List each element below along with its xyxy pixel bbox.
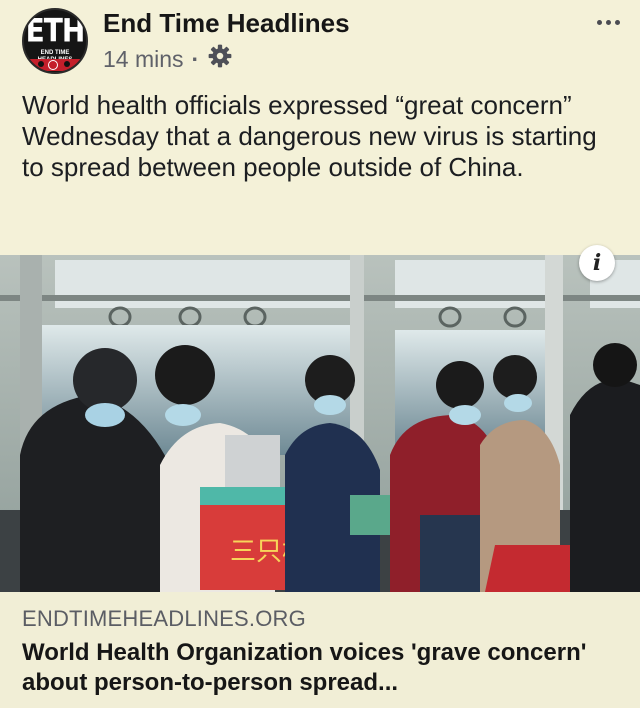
avatar-dot — [38, 61, 44, 67]
more-dot — [614, 19, 620, 25]
post-header: ETH END TIME HEADLINES End Time Headline… — [0, 0, 640, 84]
meta-separator: · — [191, 45, 200, 72]
avatar-dot — [64, 61, 70, 67]
post-timestamp[interactable]: 14 mins — [103, 46, 184, 73]
gear-icon[interactable] — [207, 43, 233, 75]
avatar-dot — [48, 60, 58, 70]
link-title[interactable]: World Health Organization voices 'grave … — [22, 638, 622, 698]
post-meta: 14 mins · — [103, 44, 233, 74]
info-icon[interactable]: i — [579, 245, 615, 281]
post-photo[interactable]: 三只松鼠 — [0, 255, 640, 592]
post-body-text: World health officials expressed “great … — [22, 90, 597, 182]
more-dots-icon[interactable] — [590, 8, 626, 36]
link-domain: ENDTIMEHEADLINES.ORG — [22, 606, 306, 631]
link-preview[interactable]: ENDTIMEHEADLINES.ORG World Health Organi… — [0, 592, 640, 708]
page-avatar[interactable]: ETH END TIME HEADLINES — [22, 8, 88, 74]
page-name[interactable]: End Time Headlines — [103, 8, 350, 39]
avatar-logo-text: ETH — [25, 11, 86, 50]
subway-photo-illustration: 三只松鼠 — [0, 255, 640, 592]
more-dot — [596, 19, 602, 25]
more-dot — [605, 19, 611, 25]
